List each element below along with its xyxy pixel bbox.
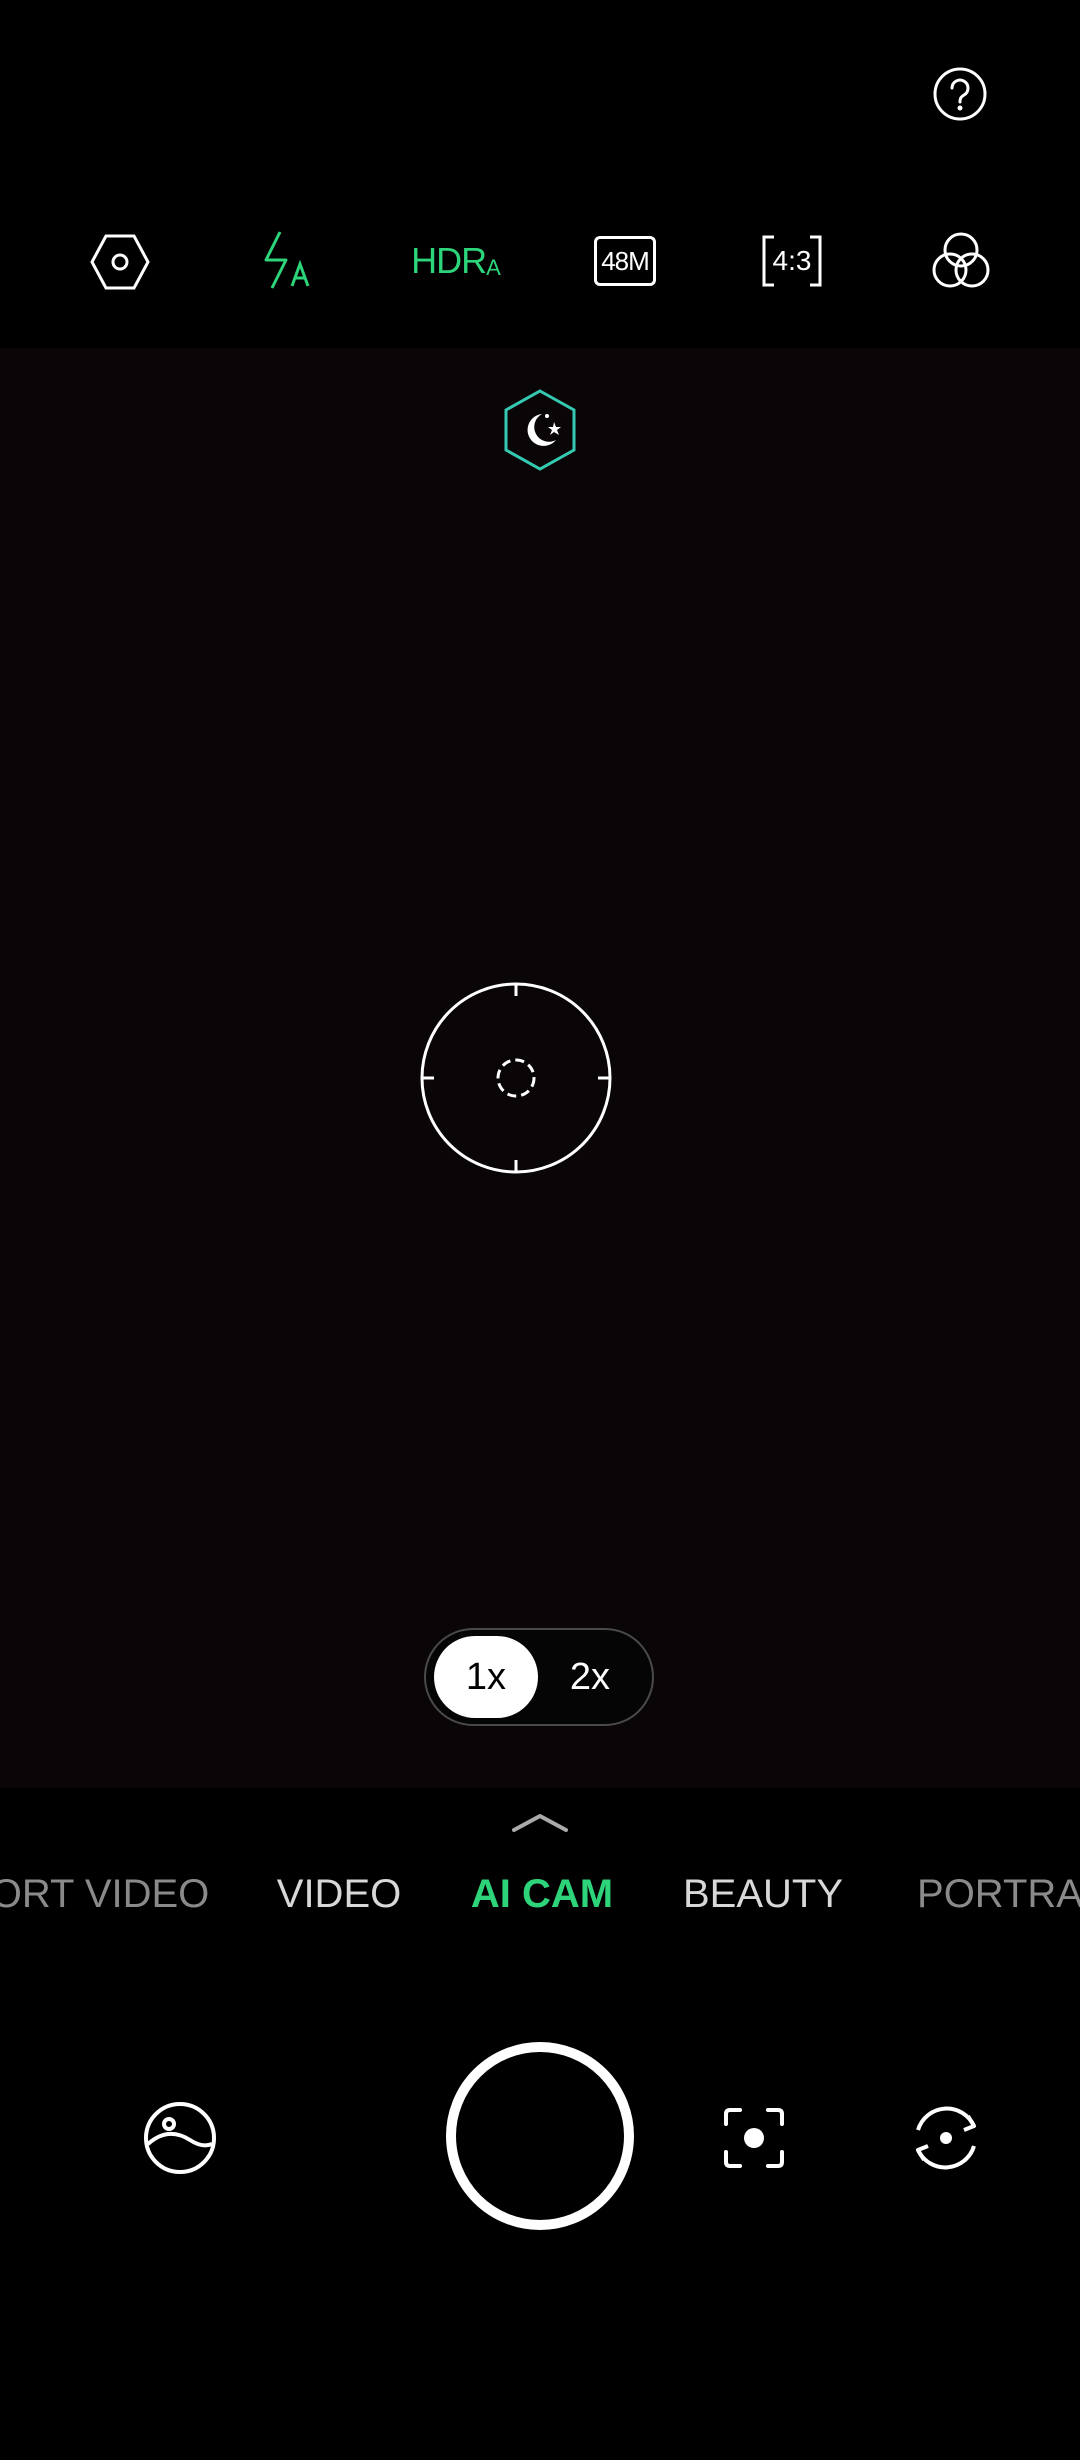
aspect-ratio-label: 4:3	[772, 245, 812, 276]
flash-auto-icon[interactable]	[258, 230, 320, 290]
filters-icon[interactable]	[930, 230, 992, 292]
gallery-icon[interactable]	[142, 2100, 218, 2176]
settings-hexagon-icon[interactable]	[88, 232, 152, 292]
hdr-label: HDR	[411, 240, 487, 281]
scan-lens-icon[interactable]	[722, 2106, 786, 2170]
mode-item-slow-motion-video[interactable]: ORT VIDEO	[0, 1866, 209, 1922]
resolution-label: 48M	[601, 245, 650, 276]
mode-item-video[interactable]: VIDEO	[277, 1866, 401, 1922]
zoom-1x-button[interactable]: 1x	[434, 1636, 538, 1718]
hdr-sub-label: A	[486, 255, 501, 280]
mode-item-beauty[interactable]: BEAUTY	[683, 1866, 843, 1922]
resolution-48m-icon[interactable]: 48M	[594, 236, 656, 286]
switch-camera-icon[interactable]	[908, 2100, 984, 2176]
zoom-2x-button[interactable]: 2x	[538, 1636, 642, 1718]
mode-item-ai-cam[interactable]: AI CAM	[471, 1866, 613, 1922]
shutter-button[interactable]	[444, 2040, 636, 2232]
focus-reticle-icon[interactable]	[418, 980, 614, 1176]
hdr-auto-icon[interactable]: HDR A	[411, 236, 501, 286]
zoom-selector: 1x 2x	[424, 1628, 654, 1726]
aspect-ratio-icon[interactable]: 4:3	[760, 234, 824, 288]
mode-item-portrait[interactable]: PORTRA	[917, 1866, 1080, 1922]
chevron-up-icon[interactable]	[510, 1810, 570, 1834]
help-icon[interactable]	[932, 66, 988, 122]
night-mode-moon-icon[interactable]	[502, 388, 578, 472]
